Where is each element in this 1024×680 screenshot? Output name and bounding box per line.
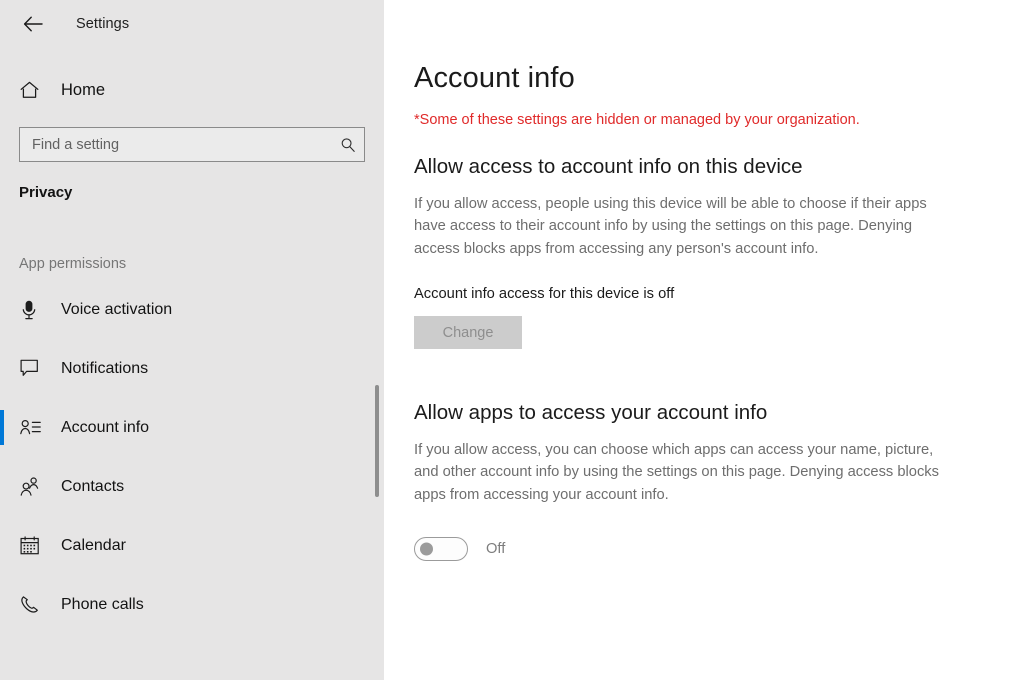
organization-managed-note: *Some of these settings are hidden or ma… [414, 112, 860, 128]
apps-access-description: If you allow access, you can choose whic… [414, 442, 939, 503]
phone-handset-icon [20, 595, 46, 615]
sidebar-item-notifications-label: Notifications [61, 359, 149, 377]
back-arrow-icon[interactable] [18, 9, 48, 39]
sidebar-item-home[interactable]: Home [0, 70, 384, 110]
settings-window: Settings Home Privacy App permissions [0, 0, 1024, 680]
sidebar-section-title: Privacy [19, 184, 73, 201]
search-box[interactable] [19, 127, 365, 162]
contact-card-icon [20, 419, 46, 436]
apps-access-toggle-label: Off [486, 541, 506, 558]
sidebar-item-voice-activation[interactable]: Voice activation [0, 280, 384, 339]
title-bar: Settings [0, 0, 384, 48]
change-button[interactable]: Change [414, 316, 522, 350]
sidebar-item-calendar-label: Calendar [61, 536, 126, 554]
search-icon[interactable] [336, 137, 356, 153]
home-icon [20, 81, 46, 99]
sidebar-item-voice-activation-label: Voice activation [61, 300, 173, 318]
sidebar-item-account-info[interactable]: Account info [0, 398, 384, 457]
device-access-status: Account info access for this device is o… [414, 286, 675, 303]
speech-bubble-icon [20, 359, 46, 378]
sidebar-item-phone-calls[interactable]: Phone calls [0, 575, 384, 634]
apps-access-heading: Allow apps to access your account info [414, 401, 768, 425]
search-input[interactable] [32, 136, 336, 153]
device-access-description: If you allow access, people using this d… [414, 196, 927, 257]
sidebar-group-label: App permissions [19, 256, 127, 272]
sidebar-item-calendar[interactable]: Calendar [0, 516, 384, 575]
sidebar-item-contacts-label: Contacts [61, 477, 125, 495]
sidebar-item-notifications[interactable]: Notifications [0, 339, 384, 398]
toggle-knob [420, 542, 433, 556]
apps-access-toggle-row: Off [414, 537, 1024, 562]
calendar-icon [20, 536, 46, 555]
main-content: Account info *Some of these settings are… [384, 0, 1024, 680]
microphone-icon [20, 300, 46, 320]
sidebar-nav: Voice activation Notifications Account i… [0, 280, 384, 634]
sidebar-item-contacts[interactable]: Contacts [0, 457, 384, 516]
sidebar-item-phone-calls-label: Phone calls [61, 595, 144, 613]
device-access-heading: Allow access to account info on this dev… [414, 155, 803, 178]
app-title: Settings [76, 16, 130, 32]
people-icon [20, 477, 46, 496]
apps-access-toggle[interactable] [414, 537, 468, 562]
page-title: Account info [414, 62, 575, 94]
sidebar-item-home-label: Home [61, 80, 106, 99]
sidebar: Settings Home Privacy App permissions [0, 0, 384, 680]
sidebar-scrollbar[interactable] [375, 385, 379, 497]
sidebar-item-account-info-label: Account info [61, 418, 150, 436]
